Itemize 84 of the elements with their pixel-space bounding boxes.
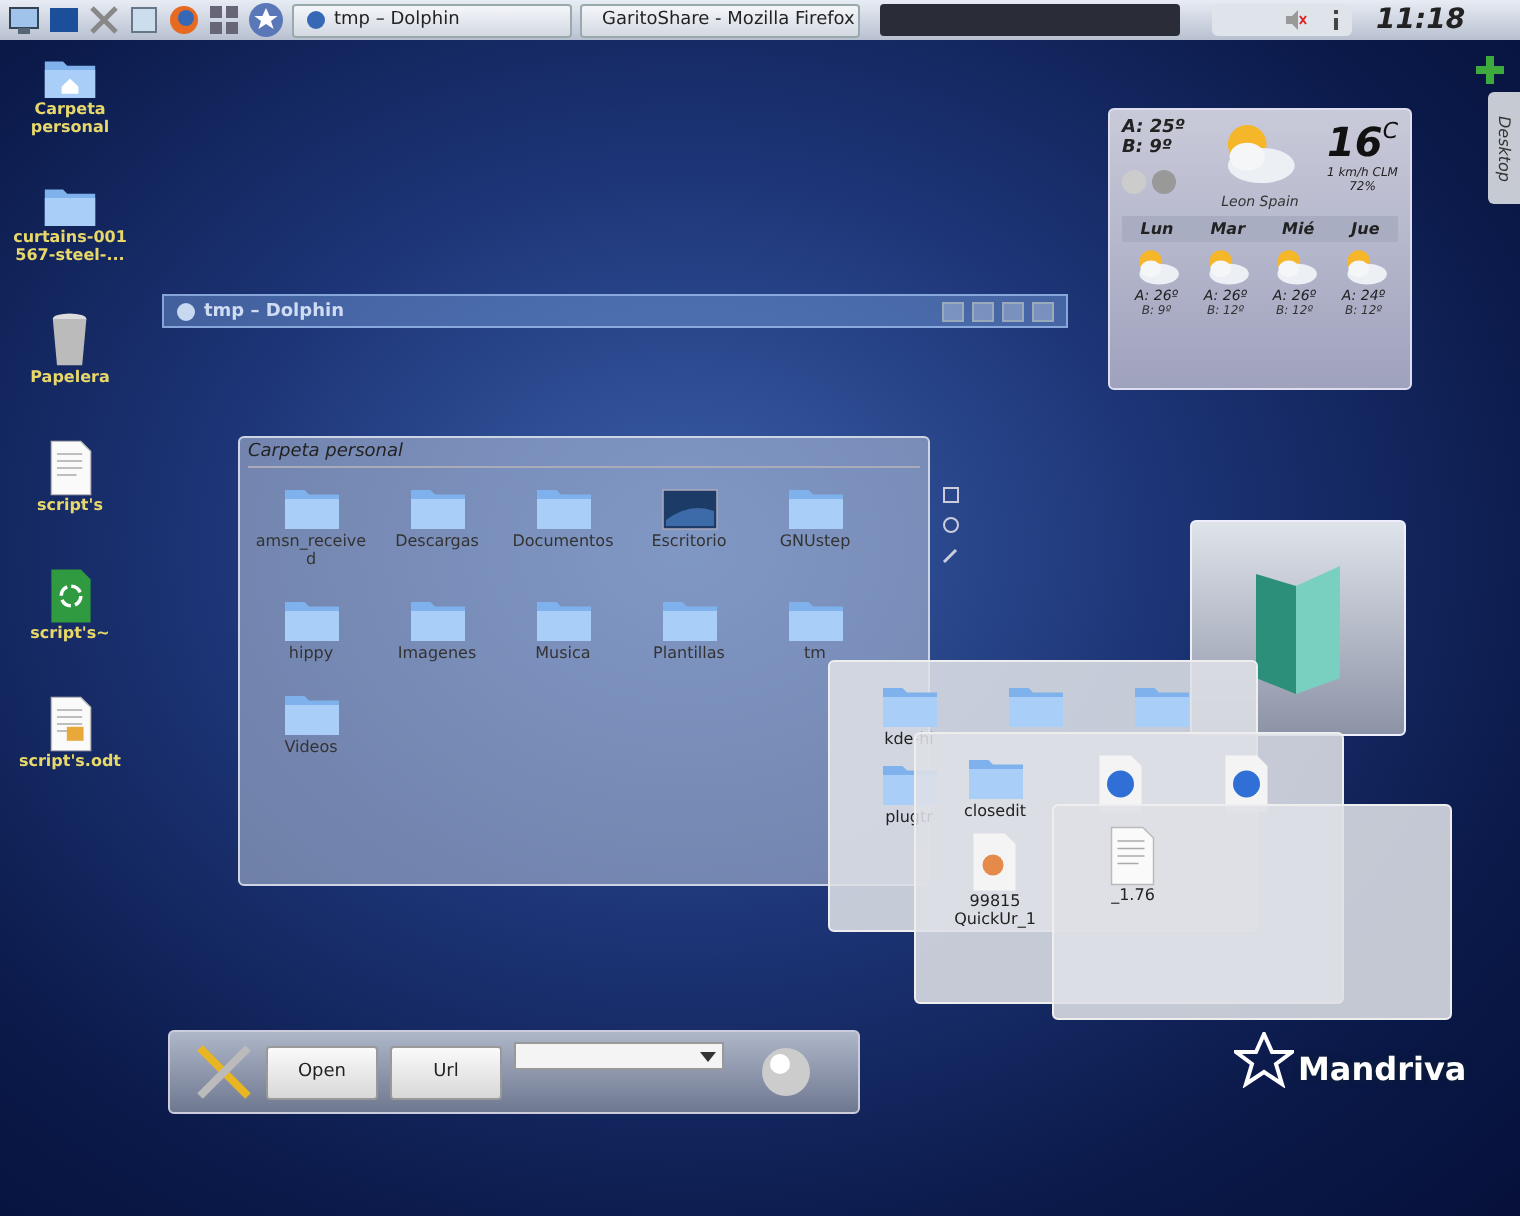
file-label[interactable]: hippy	[251, 644, 371, 662]
file-label[interactable]: _1.76	[1111, 886, 1155, 904]
file-label[interactable]: Imagenes	[377, 644, 497, 662]
tools-icon[interactable]	[194, 1042, 254, 1102]
file-label[interactable]: Escritorio	[629, 532, 749, 550]
file-label[interactable]: 99815 QuickUr_1	[933, 892, 1057, 928]
dropdown[interactable]	[514, 1042, 724, 1070]
browser-icon[interactable]	[168, 4, 200, 36]
tools-icon[interactable]	[88, 4, 120, 36]
folder-icon	[281, 596, 341, 644]
folder-view-title: Carpeta personal	[248, 442, 920, 468]
window-icon[interactable]	[128, 4, 160, 36]
pager-icon[interactable]	[208, 4, 240, 36]
app-icon	[176, 301, 196, 321]
file-label[interactable]: GNUstep	[755, 532, 875, 550]
forecast-day: Lun	[1140, 220, 1174, 238]
folder-icon	[785, 484, 845, 532]
folder-icon	[281, 690, 341, 738]
trash-can-icon	[50, 312, 90, 368]
star-menu-icon[interactable]	[248, 2, 284, 38]
folder-icon	[407, 484, 467, 532]
file-label[interactable]: amsn_received	[251, 532, 371, 568]
document-icon	[1110, 826, 1156, 886]
taskbar-task[interactable]: tmp – Dolphin	[292, 3, 572, 37]
folder-icon	[281, 484, 341, 532]
folder-icon	[42, 184, 98, 229]
folder-icon	[785, 596, 845, 644]
desktop-icon-label[interactable]: script's.odt	[0, 752, 140, 770]
desktop-icon-label[interactable]: Papelera	[0, 368, 140, 386]
file-label[interactable]: Musica	[503, 644, 623, 662]
high-temperature: A: 25º	[1122, 118, 1185, 138]
desktop-icon-label[interactable]: Carpeta personal	[0, 100, 140, 137]
folder-icon	[965, 754, 1025, 802]
forecast-day: Mar	[1210, 220, 1246, 238]
folder-icon	[533, 596, 593, 644]
window-control-button[interactable]	[942, 301, 964, 321]
forecast-day: Mié	[1282, 220, 1315, 238]
window-control-button[interactable]	[1032, 301, 1054, 321]
folder-icon	[1131, 682, 1191, 730]
window-control-button[interactable]	[972, 301, 994, 321]
sphere-icon[interactable]	[760, 1046, 812, 1098]
resize-icon[interactable]	[942, 486, 960, 504]
document-icon	[49, 696, 91, 752]
file-label[interactable]: closedit	[963, 802, 1027, 820]
window-titlebar[interactable]: tmp – Dolphin	[162, 294, 1068, 328]
desktop-icon-label[interactable]: script's~	[0, 624, 140, 642]
window-title: tmp – Dolphin	[204, 301, 344, 321]
screen-icon[interactable]	[48, 4, 80, 36]
file-label[interactable]: Documentos	[503, 532, 623, 550]
rotate-icon[interactable]	[942, 516, 960, 534]
desktop-tab[interactable]: Desktop	[1488, 92, 1520, 204]
low-temperature: B: 9º	[1122, 138, 1174, 158]
clock[interactable]: 11:18	[1376, 4, 1466, 36]
recycle-document-icon	[49, 568, 91, 624]
launcher-button[interactable]: Open	[266, 1045, 378, 1099]
folder-icon	[407, 596, 467, 644]
folder-icon	[533, 484, 593, 532]
folder-icon	[659, 596, 719, 644]
home-folder-icon	[42, 56, 98, 101]
image-document-icon	[972, 832, 1018, 892]
launcher-button[interactable]: Url	[390, 1045, 502, 1099]
desktop-icon-label[interactable]: curtains-001 567-steel-...	[0, 228, 140, 265]
forecast-day: Jue	[1351, 220, 1380, 238]
caret-icon	[700, 1051, 716, 1061]
window-control-button[interactable]	[1002, 301, 1024, 321]
app-icon	[306, 10, 326, 30]
file-label[interactable]: Descargas	[377, 532, 497, 550]
star-logo-icon	[1234, 1032, 1294, 1088]
desktop-icon-label[interactable]: script's	[0, 496, 140, 514]
folder-icon	[879, 682, 939, 730]
file-label[interactable]: Plantillas	[629, 644, 749, 662]
monitor-icon[interactable]	[8, 4, 40, 36]
speaker-icon[interactable]	[1284, 8, 1308, 32]
current-temperature: 16	[1326, 118, 1383, 166]
desktop-icon	[659, 484, 719, 532]
wrench-icon[interactable]	[942, 546, 960, 564]
file-window-dialog[interactable]: _1.76	[1052, 804, 1452, 1020]
document-icon	[49, 440, 91, 496]
add-widget-icon[interactable]	[1476, 56, 1504, 84]
file-label[interactable]: tm	[755, 644, 875, 662]
temperature-unit: C	[1382, 118, 1398, 144]
folder-icon	[1005, 682, 1065, 730]
taskbar-task[interactable]: GaritoShare - Mozilla Firefox	[580, 3, 860, 37]
logo-text: Mandriva	[1298, 1050, 1467, 1088]
